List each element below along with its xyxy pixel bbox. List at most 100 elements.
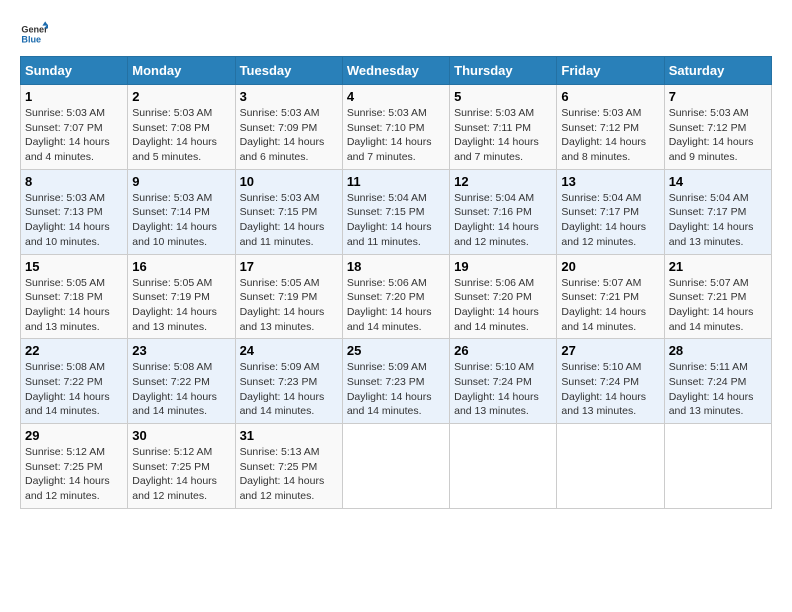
day-header-sunday: Sunday xyxy=(21,57,128,85)
calendar-cell: 30 Sunrise: 5:12 AMSunset: 7:25 PMDaylig… xyxy=(128,424,235,509)
calendar-cell: 24 Sunrise: 5:09 AMSunset: 7:23 PMDaylig… xyxy=(235,339,342,424)
day-info: Sunrise: 5:08 AMSunset: 7:22 PMDaylight:… xyxy=(132,361,217,417)
day-number: 19 xyxy=(454,259,552,274)
calendar-cell: 2 Sunrise: 5:03 AMSunset: 7:08 PMDayligh… xyxy=(128,85,235,170)
day-number: 4 xyxy=(347,89,445,104)
calendar-cell: 23 Sunrise: 5:08 AMSunset: 7:22 PMDaylig… xyxy=(128,339,235,424)
day-info: Sunrise: 5:03 AMSunset: 7:12 PMDaylight:… xyxy=(561,107,646,163)
calendar-cell: 28 Sunrise: 5:11 AMSunset: 7:24 PMDaylig… xyxy=(664,339,771,424)
logo: General Blue xyxy=(20,20,48,48)
day-number: 29 xyxy=(25,428,123,443)
day-number: 28 xyxy=(669,343,767,358)
day-number: 9 xyxy=(132,174,230,189)
day-info: Sunrise: 5:05 AMSunset: 7:19 PMDaylight:… xyxy=(240,277,325,333)
day-info: Sunrise: 5:11 AMSunset: 7:24 PMDaylight:… xyxy=(669,361,754,417)
svg-text:Blue: Blue xyxy=(21,34,41,44)
day-number: 14 xyxy=(669,174,767,189)
calendar-header-row: SundayMondayTuesdayWednesdayThursdayFrid… xyxy=(21,57,772,85)
day-number: 13 xyxy=(561,174,659,189)
day-info: Sunrise: 5:03 AMSunset: 7:11 PMDaylight:… xyxy=(454,107,539,163)
calendar-cell: 7 Sunrise: 5:03 AMSunset: 7:12 PMDayligh… xyxy=(664,85,771,170)
calendar-cell xyxy=(342,424,449,509)
calendar-table: SundayMondayTuesdayWednesdayThursdayFrid… xyxy=(20,56,772,509)
day-info: Sunrise: 5:04 AMSunset: 7:17 PMDaylight:… xyxy=(561,192,646,248)
day-info: Sunrise: 5:07 AMSunset: 7:21 PMDaylight:… xyxy=(669,277,754,333)
calendar-cell: 13 Sunrise: 5:04 AMSunset: 7:17 PMDaylig… xyxy=(557,169,664,254)
day-number: 30 xyxy=(132,428,230,443)
calendar-week-row: 29 Sunrise: 5:12 AMSunset: 7:25 PMDaylig… xyxy=(21,424,772,509)
day-number: 22 xyxy=(25,343,123,358)
day-header-friday: Friday xyxy=(557,57,664,85)
day-info: Sunrise: 5:03 AMSunset: 7:13 PMDaylight:… xyxy=(25,192,110,248)
day-header-wednesday: Wednesday xyxy=(342,57,449,85)
day-info: Sunrise: 5:12 AMSunset: 7:25 PMDaylight:… xyxy=(132,446,217,502)
day-number: 18 xyxy=(347,259,445,274)
day-header-monday: Monday xyxy=(128,57,235,85)
header: General Blue xyxy=(20,20,772,48)
day-number: 5 xyxy=(454,89,552,104)
day-number: 23 xyxy=(132,343,230,358)
day-header-thursday: Thursday xyxy=(450,57,557,85)
day-info: Sunrise: 5:03 AMSunset: 7:07 PMDaylight:… xyxy=(25,107,110,163)
calendar-week-row: 1 Sunrise: 5:03 AMSunset: 7:07 PMDayligh… xyxy=(21,85,772,170)
calendar-cell: 3 Sunrise: 5:03 AMSunset: 7:09 PMDayligh… xyxy=(235,85,342,170)
calendar-cell: 29 Sunrise: 5:12 AMSunset: 7:25 PMDaylig… xyxy=(21,424,128,509)
calendar-cell: 8 Sunrise: 5:03 AMSunset: 7:13 PMDayligh… xyxy=(21,169,128,254)
calendar-cell xyxy=(557,424,664,509)
logo-icon: General Blue xyxy=(20,20,48,48)
calendar-cell: 16 Sunrise: 5:05 AMSunset: 7:19 PMDaylig… xyxy=(128,254,235,339)
day-header-saturday: Saturday xyxy=(664,57,771,85)
day-info: Sunrise: 5:04 AMSunset: 7:17 PMDaylight:… xyxy=(669,192,754,248)
calendar-cell: 6 Sunrise: 5:03 AMSunset: 7:12 PMDayligh… xyxy=(557,85,664,170)
day-info: Sunrise: 5:03 AMSunset: 7:14 PMDaylight:… xyxy=(132,192,217,248)
calendar-cell: 22 Sunrise: 5:08 AMSunset: 7:22 PMDaylig… xyxy=(21,339,128,424)
day-number: 1 xyxy=(25,89,123,104)
day-number: 26 xyxy=(454,343,552,358)
calendar-cell: 27 Sunrise: 5:10 AMSunset: 7:24 PMDaylig… xyxy=(557,339,664,424)
day-info: Sunrise: 5:04 AMSunset: 7:15 PMDaylight:… xyxy=(347,192,432,248)
calendar-cell: 14 Sunrise: 5:04 AMSunset: 7:17 PMDaylig… xyxy=(664,169,771,254)
day-info: Sunrise: 5:07 AMSunset: 7:21 PMDaylight:… xyxy=(561,277,646,333)
day-number: 16 xyxy=(132,259,230,274)
day-number: 15 xyxy=(25,259,123,274)
calendar-cell: 25 Sunrise: 5:09 AMSunset: 7:23 PMDaylig… xyxy=(342,339,449,424)
day-info: Sunrise: 5:12 AMSunset: 7:25 PMDaylight:… xyxy=(25,446,110,502)
day-number: 10 xyxy=(240,174,338,189)
day-info: Sunrise: 5:05 AMSunset: 7:18 PMDaylight:… xyxy=(25,277,110,333)
day-info: Sunrise: 5:10 AMSunset: 7:24 PMDaylight:… xyxy=(561,361,646,417)
day-info: Sunrise: 5:03 AMSunset: 7:15 PMDaylight:… xyxy=(240,192,325,248)
calendar-cell: 26 Sunrise: 5:10 AMSunset: 7:24 PMDaylig… xyxy=(450,339,557,424)
day-info: Sunrise: 5:04 AMSunset: 7:16 PMDaylight:… xyxy=(454,192,539,248)
day-info: Sunrise: 5:03 AMSunset: 7:10 PMDaylight:… xyxy=(347,107,432,163)
day-info: Sunrise: 5:09 AMSunset: 7:23 PMDaylight:… xyxy=(240,361,325,417)
calendar-cell: 4 Sunrise: 5:03 AMSunset: 7:10 PMDayligh… xyxy=(342,85,449,170)
calendar-body: 1 Sunrise: 5:03 AMSunset: 7:07 PMDayligh… xyxy=(21,85,772,509)
calendar-week-row: 15 Sunrise: 5:05 AMSunset: 7:18 PMDaylig… xyxy=(21,254,772,339)
day-info: Sunrise: 5:10 AMSunset: 7:24 PMDaylight:… xyxy=(454,361,539,417)
day-number: 3 xyxy=(240,89,338,104)
day-number: 6 xyxy=(561,89,659,104)
day-info: Sunrise: 5:03 AMSunset: 7:08 PMDaylight:… xyxy=(132,107,217,163)
calendar-cell: 19 Sunrise: 5:06 AMSunset: 7:20 PMDaylig… xyxy=(450,254,557,339)
calendar-cell: 5 Sunrise: 5:03 AMSunset: 7:11 PMDayligh… xyxy=(450,85,557,170)
day-info: Sunrise: 5:08 AMSunset: 7:22 PMDaylight:… xyxy=(25,361,110,417)
calendar-week-row: 8 Sunrise: 5:03 AMSunset: 7:13 PMDayligh… xyxy=(21,169,772,254)
day-number: 11 xyxy=(347,174,445,189)
day-number: 24 xyxy=(240,343,338,358)
calendar-cell: 21 Sunrise: 5:07 AMSunset: 7:21 PMDaylig… xyxy=(664,254,771,339)
day-info: Sunrise: 5:03 AMSunset: 7:12 PMDaylight:… xyxy=(669,107,754,163)
calendar-cell: 18 Sunrise: 5:06 AMSunset: 7:20 PMDaylig… xyxy=(342,254,449,339)
day-number: 25 xyxy=(347,343,445,358)
day-number: 27 xyxy=(561,343,659,358)
day-number: 20 xyxy=(561,259,659,274)
day-header-tuesday: Tuesday xyxy=(235,57,342,85)
day-info: Sunrise: 5:06 AMSunset: 7:20 PMDaylight:… xyxy=(347,277,432,333)
day-number: 17 xyxy=(240,259,338,274)
calendar-cell: 20 Sunrise: 5:07 AMSunset: 7:21 PMDaylig… xyxy=(557,254,664,339)
calendar-cell: 31 Sunrise: 5:13 AMSunset: 7:25 PMDaylig… xyxy=(235,424,342,509)
day-info: Sunrise: 5:13 AMSunset: 7:25 PMDaylight:… xyxy=(240,446,325,502)
day-info: Sunrise: 5:09 AMSunset: 7:23 PMDaylight:… xyxy=(347,361,432,417)
day-number: 31 xyxy=(240,428,338,443)
calendar-cell xyxy=(664,424,771,509)
day-number: 8 xyxy=(25,174,123,189)
